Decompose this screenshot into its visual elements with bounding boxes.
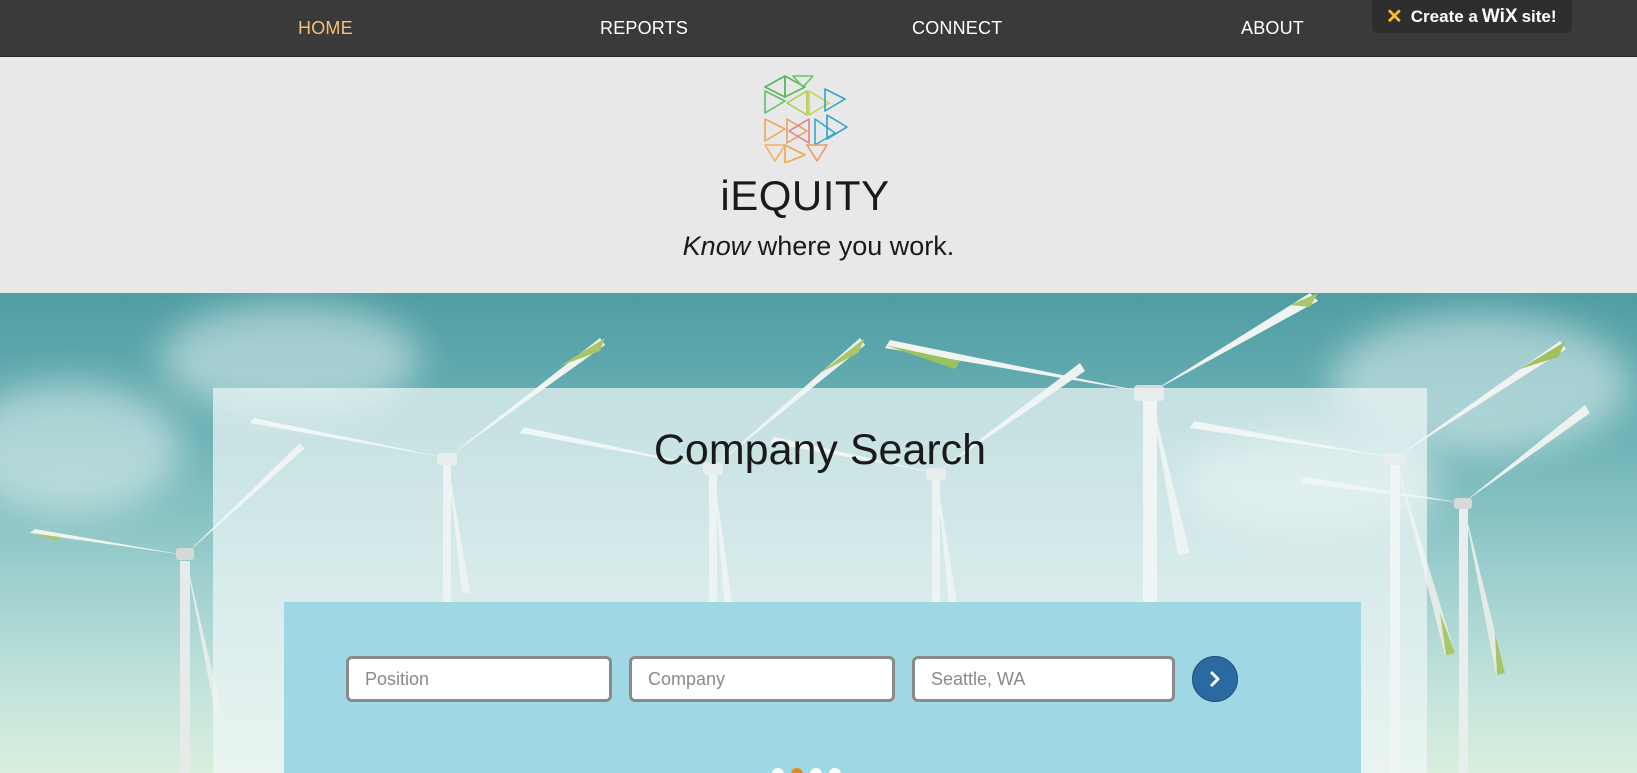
- tagline: Know where you work.: [0, 231, 1637, 262]
- location-input[interactable]: [912, 656, 1175, 702]
- wix-badge-prefix: Create a: [1410, 6, 1478, 26]
- tagline-emphasis: Know: [682, 231, 751, 261]
- slide-dot[interactable]: [810, 768, 822, 773]
- chevron-right-icon: [1210, 671, 1220, 687]
- slide-dot[interactable]: [772, 768, 784, 773]
- site-header: iEQUITY Know where you work.: [0, 57, 1637, 293]
- position-input[interactable]: [346, 656, 612, 702]
- hero-banner: Company Search: [0, 293, 1637, 773]
- top-navigation: HOME REPORTS CONNECT ABOUT ✕ Create a Wi…: [0, 0, 1637, 57]
- slideshow-indicators: [772, 768, 841, 773]
- slide-dot[interactable]: [829, 768, 841, 773]
- wix-badge-brand: WiX: [1481, 5, 1518, 27]
- create-wix-site-button[interactable]: ✕ Create a WiX site!: [1372, 0, 1572, 33]
- search-form-panel: [284, 602, 1361, 773]
- tagline-rest: where you work.: [750, 231, 955, 261]
- company-input[interactable]: [629, 656, 895, 702]
- nav-item-connect[interactable]: CONNECT: [912, 18, 1002, 39]
- company-search-card: Company Search: [213, 388, 1427, 773]
- wix-x-icon: ✕: [1386, 6, 1403, 28]
- wix-badge-suffix: site!: [1521, 6, 1557, 26]
- brand-name: iEQUITY: [720, 172, 890, 219]
- nav-item-reports[interactable]: REPORTS: [600, 18, 688, 39]
- iequity-logo-icon: [764, 75, 848, 163]
- nav-item-about[interactable]: ABOUT: [1241, 18, 1304, 39]
- search-submit-button[interactable]: [1192, 656, 1238, 702]
- slide-dot-active[interactable]: [791, 768, 803, 773]
- company-search-title: Company Search: [653, 426, 987, 474]
- nav-item-home[interactable]: HOME: [298, 18, 353, 39]
